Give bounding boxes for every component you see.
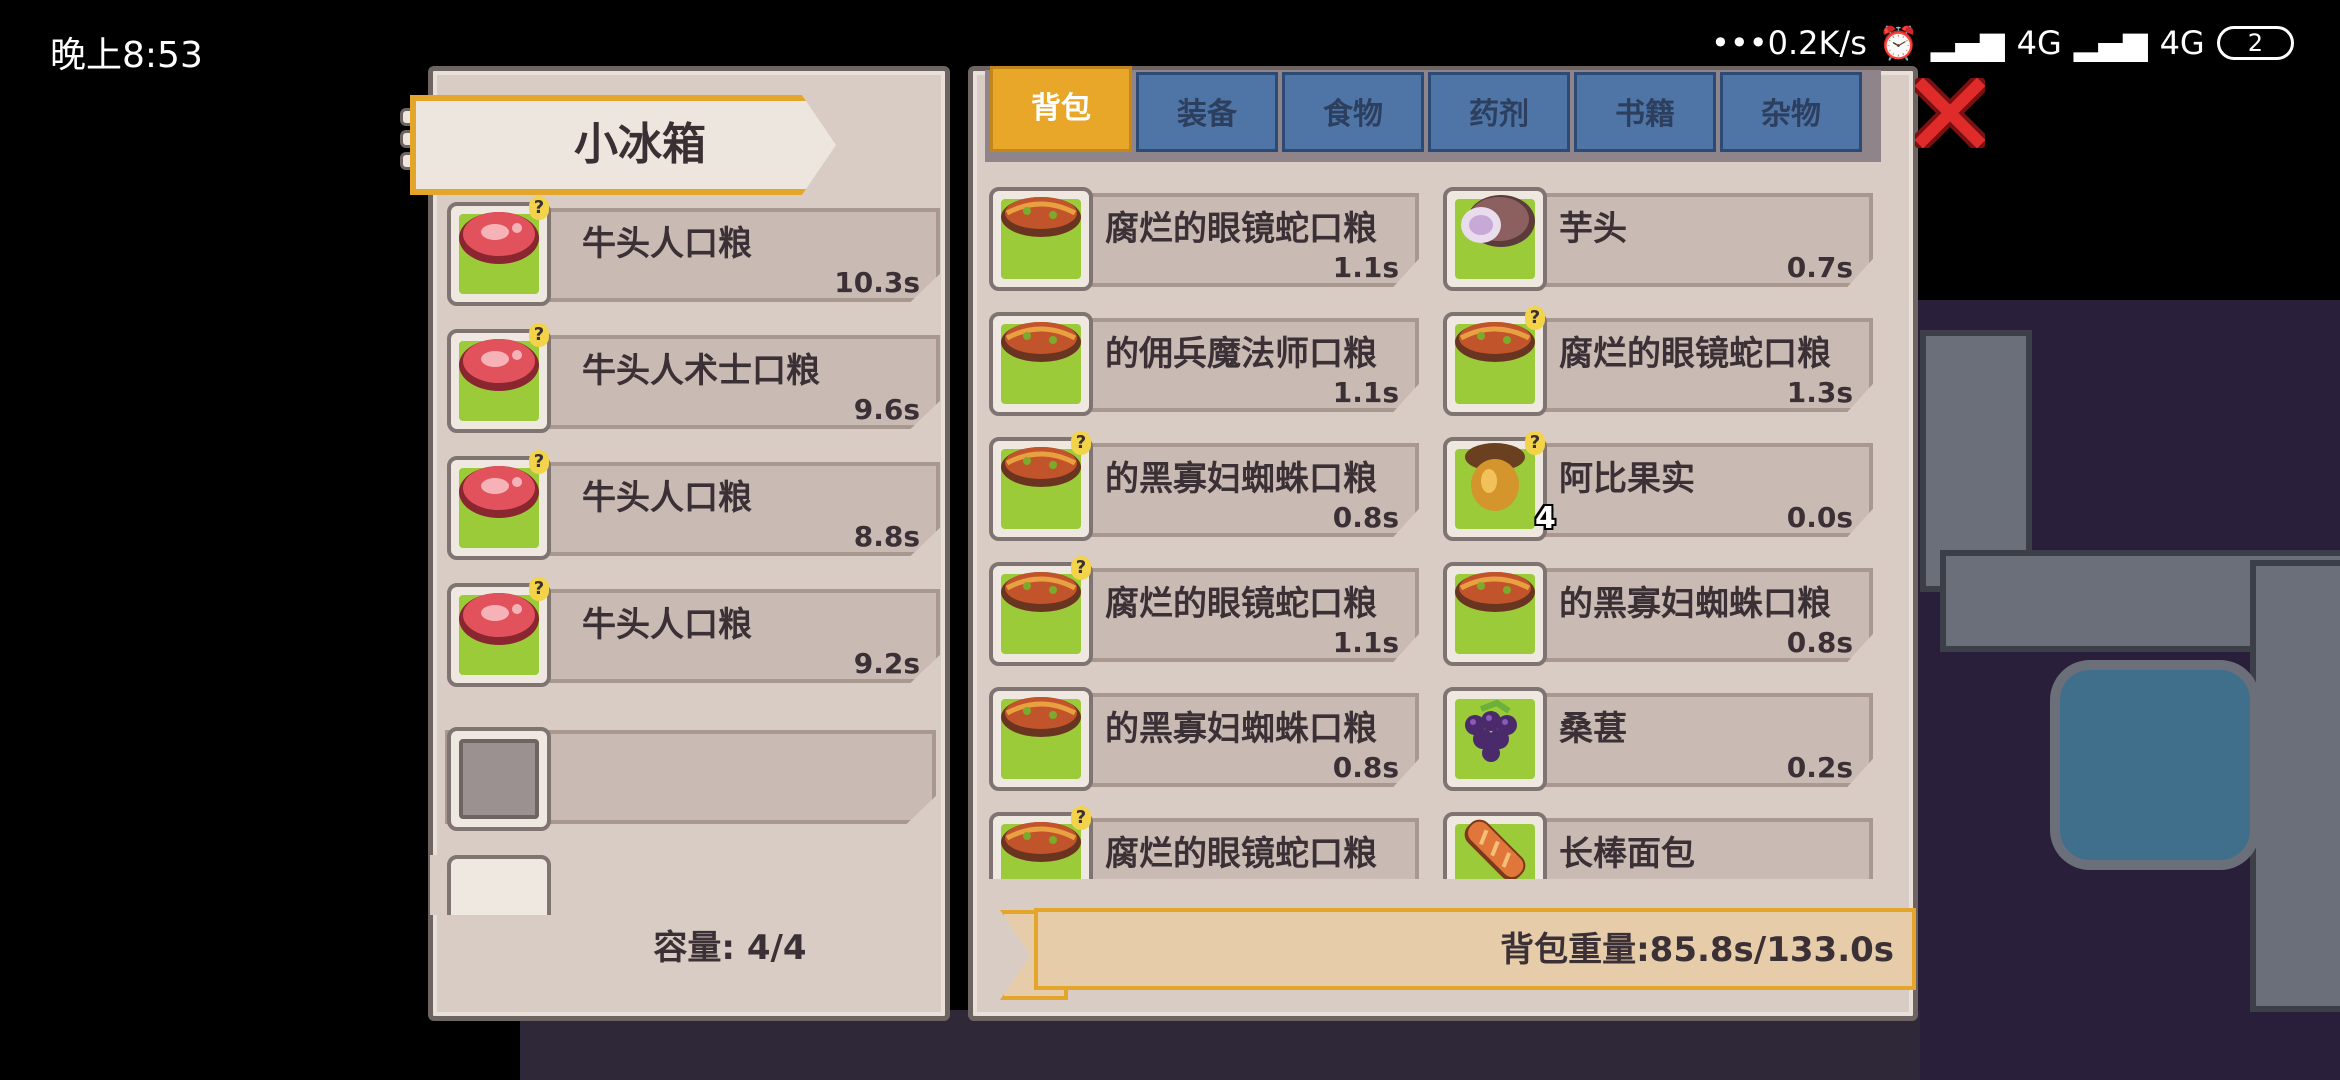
item-weight: 1.1s	[1332, 626, 1399, 659]
taro-icon	[1451, 185, 1539, 259]
tab-2[interactable]: 食物	[1282, 72, 1424, 152]
backpack-item-slot[interactable]	[989, 687, 1093, 791]
item-name: 牛头人术士口粮	[582, 351, 820, 391]
empty-item-slot[interactable]	[447, 727, 551, 831]
battery-icon: 2	[2216, 26, 2294, 60]
item-name: 长棒面包	[1559, 834, 1695, 874]
snake-meat-icon	[997, 310, 1085, 374]
unidentified-icon: ?	[529, 577, 549, 601]
unidentified-icon: ?	[529, 323, 549, 347]
empty-slot-icon	[459, 739, 539, 819]
backpack-item-slot[interactable]	[989, 187, 1093, 291]
backpack-scroll-area[interactable]: 腐烂的眼镜蛇口粮 1.1s 芋头 0.7s 的佣兵魔法师口粮 1.1s? 腐烂的眼镜蛇口粮 1…	[975, 175, 1901, 879]
backpack-item-slot[interactable]	[1443, 187, 1547, 291]
item-weight: 1.1s	[1332, 376, 1399, 409]
unidentified-icon: ?	[1071, 556, 1091, 580]
tab-1[interactable]: 装备	[1136, 72, 1278, 152]
snake-meat-icon	[997, 185, 1085, 249]
item-name: 腐烂的眼镜蛇口粮	[1559, 334, 1831, 374]
unidentified-icon: ?	[1525, 431, 1545, 455]
close-icon	[1908, 71, 1992, 155]
status-icons: •••0.2K/s ⏰ ▂▄▆ 4G ▂▄▆ 4G 2	[1711, 24, 2294, 62]
status-time: 晚上8:53	[50, 35, 203, 76]
empty-item-slot[interactable]	[447, 855, 551, 915]
snake-meat-icon	[1451, 560, 1539, 624]
network-speed: •••0.2K/s	[1710, 24, 1867, 62]
backpack-item-slot[interactable]	[1443, 812, 1547, 879]
item-weight: 0.7s	[1786, 251, 1853, 284]
item-name: 阿比果实	[1559, 459, 1695, 499]
item-weight: 10.3s	[834, 266, 920, 299]
unidentified-icon: ?	[529, 196, 549, 220]
tab-0[interactable]: 背包	[990, 66, 1132, 152]
item-name: 的黑寡妇蜘蛛口粮	[1559, 584, 1831, 624]
snake-meat-icon	[997, 685, 1085, 749]
unidentified-icon: ?	[1071, 806, 1091, 830]
unidentified-icon: ?	[529, 450, 549, 474]
backpack-item-slot[interactable]	[1443, 562, 1547, 666]
item-weight: 0.8s	[1332, 751, 1399, 784]
item-weight: 0.8s	[1786, 626, 1853, 659]
item-name: 的佣兵魔法师口粮	[1105, 334, 1377, 374]
item-name: 牛头人口粮	[582, 478, 752, 518]
item-name: 桑葚	[1559, 709, 1627, 749]
signal-icon: ▂▄▆	[1930, 24, 2005, 62]
mulberry-icon	[1451, 685, 1539, 769]
tab-4[interactable]: 书籍	[1574, 72, 1716, 152]
item-weight: 0.0s	[1786, 501, 1853, 534]
stone-wall	[2250, 560, 2340, 1012]
item-weight: 9.2s	[853, 647, 920, 680]
item-name: 腐烂的眼镜蛇口粮	[1105, 834, 1377, 874]
item-weight: 1.1s	[1332, 251, 1399, 284]
backpack-item-slot[interactable]	[1443, 687, 1547, 791]
item-weight: 8.8s	[853, 520, 920, 553]
item-name: 腐烂的眼镜蛇口粮	[1105, 584, 1377, 624]
item-count: 4	[1535, 501, 1556, 536]
item-name: 的黑寡妇蜘蛛口粮	[1105, 709, 1377, 749]
backpack-item-slot[interactable]	[989, 312, 1093, 416]
fridge-capacity: 容量: 4/4	[653, 928, 807, 968]
tab-5[interactable]: 杂物	[1720, 72, 1862, 152]
signal-label-1: 4G	[2016, 24, 2062, 62]
close-button[interactable]	[1908, 71, 1992, 155]
bread-icon	[1451, 810, 1539, 879]
signal-label-2: 4G	[2159, 24, 2205, 62]
item-weight: 1.3s	[1786, 376, 1853, 409]
item-name: 腐烂的眼镜蛇口粮	[1105, 209, 1377, 249]
alarm-icon: ⏰	[1878, 24, 1919, 62]
item-weight: 9.6s	[853, 393, 920, 426]
fountain	[2050, 660, 2260, 870]
item-weight: 0.8s	[1332, 501, 1399, 534]
fridge-title: 小冰箱	[574, 119, 706, 170]
signal-icon: ▂▄▆	[2073, 24, 2148, 62]
unidentified-icon: ?	[1525, 306, 1545, 330]
item-name: 的黑寡妇蜘蛛口粮	[1105, 459, 1377, 499]
item-weight: 0.2s	[1786, 751, 1853, 784]
item-name: 芋头	[1559, 209, 1627, 249]
list-clip	[430, 855, 940, 915]
item-name: 牛头人口粮	[582, 224, 752, 264]
backpack-weight: 背包重量:85.8s/133.0s	[1500, 930, 1894, 970]
tab-3[interactable]: 药剂	[1428, 72, 1570, 152]
unidentified-icon: ?	[1071, 431, 1091, 455]
item-name: 牛头人口粮	[582, 605, 752, 645]
